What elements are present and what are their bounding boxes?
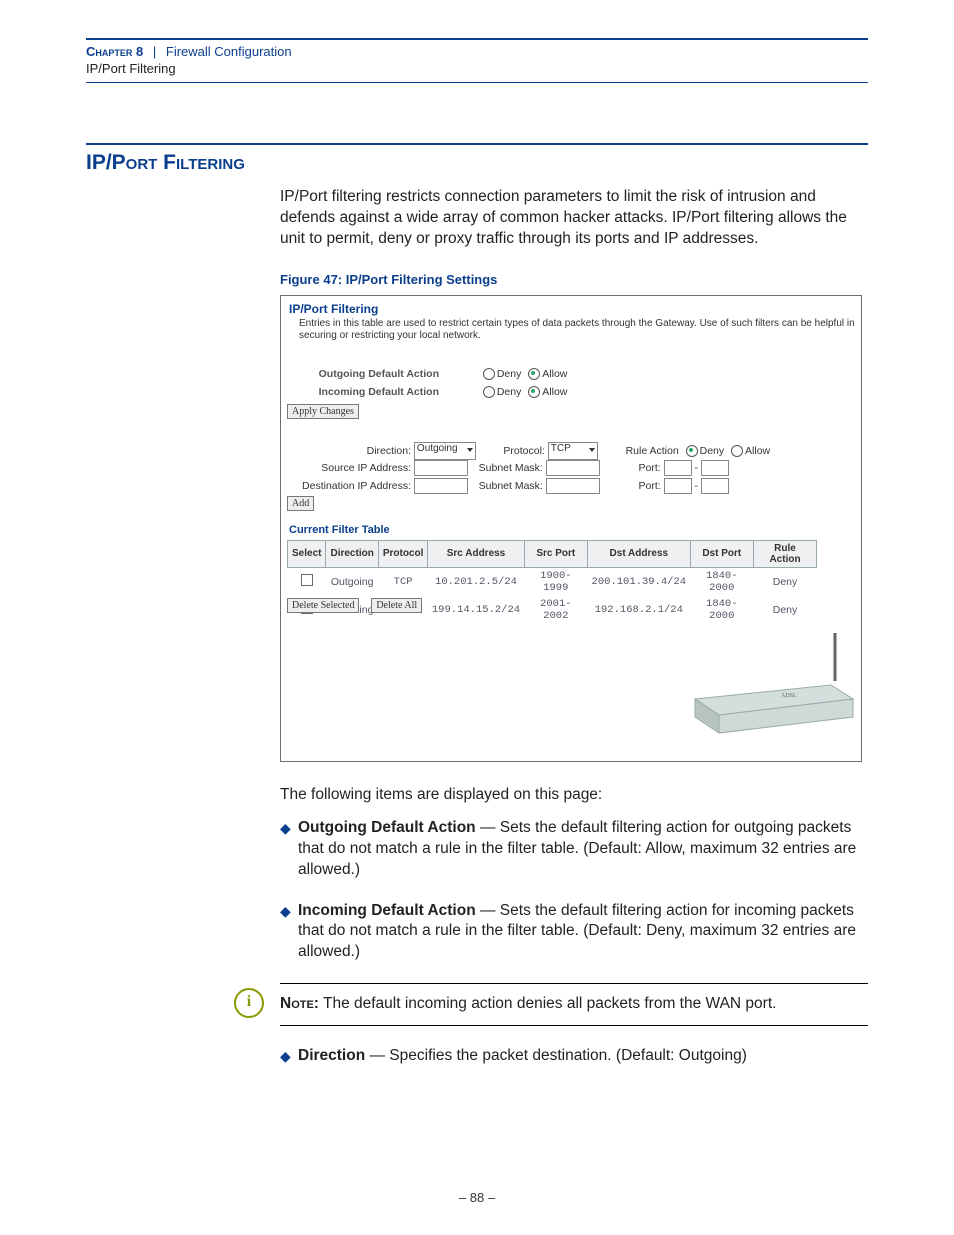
src-subnet-input[interactable]: [546, 460, 600, 476]
th-src-port: Src Port: [524, 540, 587, 567]
th-direction: Direction: [326, 540, 378, 567]
ss-form-row-1: Direction: Outgoing Protocol: TCP Rule A…: [289, 442, 849, 460]
src-port-to-input[interactable]: [701, 460, 729, 476]
dst-ip-input[interactable]: [414, 478, 468, 494]
current-filter-table-title: Current Filter Table: [289, 524, 390, 536]
diamond-bullet-icon: ◆: [280, 1046, 298, 1067]
ss-form-row-2: Source IP Address: Subnet Mask: Port: -: [289, 460, 729, 476]
src-port-from-input[interactable]: [664, 460, 692, 476]
intro-paragraph: IP/Port filtering restricts connection p…: [280, 187, 868, 250]
note-label: Note:: [280, 995, 319, 1012]
info-icon: i: [234, 988, 264, 1018]
src-ip-label: Source IP Address:: [289, 462, 411, 474]
bullet-outgoing: ◆ Outgoing Default Action — Sets the def…: [280, 818, 868, 881]
diamond-bullet-icon: ◆: [280, 818, 298, 881]
ss-form-row-3: Destination IP Address: Subnet Mask: Por…: [289, 478, 729, 494]
dst-subnet-input[interactable]: [546, 478, 600, 494]
note-text: The default incoming action denies all p…: [319, 995, 776, 1012]
radio-rule-allow[interactable]: [731, 445, 743, 457]
th-dst-port: Dst Port: [690, 540, 753, 567]
th-dst-address: Dst Address: [588, 540, 691, 567]
radio-rule-deny[interactable]: [686, 445, 698, 457]
ruleaction-label: Rule Action: [601, 445, 679, 457]
direction-label: Direction:: [289, 445, 411, 457]
radio-incoming-deny[interactable]: [483, 386, 495, 398]
th-protocol: Protocol: [378, 540, 428, 567]
protocol-select[interactable]: TCP: [548, 442, 598, 460]
dst-port-label: Port:: [603, 480, 661, 492]
header-top-rule: [86, 38, 868, 40]
svg-text:ADSL: ADSL: [781, 693, 797, 699]
ss-incoming-row: Incoming Default Action Deny Allow: [289, 386, 567, 398]
th-rule-action: Rule Action: [754, 540, 817, 567]
ss-incoming-label: Incoming Default Action: [289, 386, 439, 398]
dst-subnet-label: Subnet Mask:: [471, 480, 543, 492]
chapter-title: Firewall Configuration: [166, 44, 292, 59]
ss-title: IP/Port Filtering: [289, 302, 378, 316]
figure-screenshot: IP/Port Filtering Entries in this table …: [280, 295, 862, 762]
bullet-direction: ◆ Direction — Specifies the packet desti…: [280, 1046, 868, 1067]
apply-changes-button[interactable]: Apply Changes: [287, 404, 359, 419]
header-line-1: Chapter 8 | Firewall Configuration: [86, 44, 868, 59]
src-port-label: Port:: [603, 462, 661, 474]
protocol-label: Protocol:: [479, 445, 545, 457]
th-select: Select: [288, 540, 326, 567]
direction-select[interactable]: Outgoing: [414, 442, 476, 460]
page-number: – 88 –: [0, 1190, 954, 1205]
src-ip-input[interactable]: [414, 460, 468, 476]
delete-selected-button[interactable]: Delete Selected: [287, 598, 359, 613]
row-checkbox[interactable]: [301, 574, 313, 586]
figure-caption: Figure 47: IP/Port Filtering Settings: [280, 272, 868, 287]
ss-outgoing-label: Outgoing Default Action: [289, 368, 439, 380]
radio-outgoing-deny[interactable]: [483, 368, 495, 380]
th-src-address: Src Address: [428, 540, 524, 567]
delete-all-button[interactable]: Delete All: [371, 598, 422, 613]
dst-port-to-input[interactable]: [701, 478, 729, 494]
diamond-bullet-icon: ◆: [280, 901, 298, 964]
items-lead: The following items are displayed on thi…: [280, 786, 868, 804]
src-subnet-label: Subnet Mask:: [471, 462, 543, 474]
add-button[interactable]: Add: [287, 496, 314, 511]
bullet-incoming: ◆ Incoming Default Action — Sets the def…: [280, 901, 868, 964]
dst-port-from-input[interactable]: [664, 478, 692, 494]
dst-ip-label: Destination IP Address:: [289, 480, 411, 492]
radio-outgoing-allow[interactable]: [528, 368, 540, 380]
section-rule: [86, 143, 868, 145]
section-heading: IP/Port Filtering: [86, 151, 868, 175]
header-separator: |: [153, 44, 156, 59]
table-row: Outgoing TCP 10.201.2.5/24 1900-1999 200…: [288, 567, 817, 596]
ss-outgoing-row: Outgoing Default Action Deny Allow: [289, 368, 567, 380]
header-line-2: IP/Port Filtering: [86, 61, 868, 76]
note-block: i Note: The default incoming action deni…: [280, 983, 868, 1026]
chapter-label: Chapter 8: [86, 44, 143, 59]
ss-description: Entries in this table are used to restri…: [299, 318, 855, 343]
router-device-illustration: ADSL: [685, 633, 855, 743]
radio-incoming-allow[interactable]: [528, 386, 540, 398]
